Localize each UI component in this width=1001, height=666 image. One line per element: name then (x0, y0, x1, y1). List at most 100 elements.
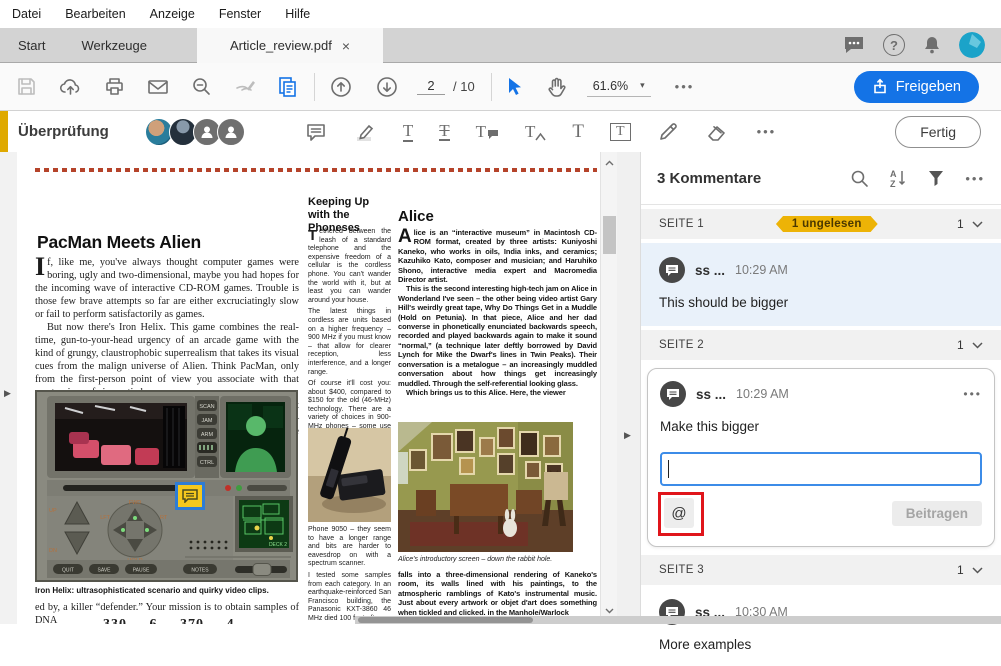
comments-panel: 3 Kommentare A Z ••• SEITE 1 1 ungelesen… (640, 152, 1001, 624)
section-count: 1 (957, 563, 964, 577)
tab-close-icon[interactable]: × (342, 39, 350, 53)
page-rule-decoration (35, 168, 597, 172)
submit-reply-button[interactable]: Beitragen (892, 501, 982, 526)
add-text-tool-icon[interactable]: T (572, 122, 584, 141)
article-heading-pacman: PacMan Meets Alien (37, 232, 201, 253)
menu-item-file[interactable]: Datei (0, 7, 53, 21)
highlight-tool-icon[interactable] (353, 121, 377, 143)
svg-text:LFT: LFT (100, 515, 110, 521)
previous-page-icon[interactable] (329, 75, 353, 99)
tab-start[interactable]: Start (0, 28, 63, 62)
menu-item-help[interactable]: Hilfe (273, 7, 322, 21)
chevron-down-icon[interactable] (972, 342, 983, 349)
cloud-upload-icon[interactable] (59, 76, 82, 97)
svg-text:RT: RT (160, 515, 168, 521)
email-icon[interactable] (147, 78, 169, 96)
tab-document-title: Article_review.pdf (230, 38, 332, 53)
next-page-icon[interactable] (375, 75, 399, 99)
section-label: SEITE 1 (659, 218, 704, 230)
select-tool-icon[interactable] (504, 76, 524, 98)
comment-annotation-icon[interactable] (175, 482, 205, 510)
svg-text:A: A (890, 169, 897, 179)
svg-text:ARM: ARM (201, 432, 214, 438)
svg-text:DN: DN (49, 548, 57, 554)
feedback-bubble-icon[interactable] (843, 35, 865, 55)
comment-time: 10:29 AM (735, 263, 788, 277)
phone-caption-and-text: Phone 9050 – they seem to have a longer … (308, 526, 391, 624)
zoom-level-value: 61.6% (593, 79, 628, 93)
comment-type-icon (659, 257, 685, 283)
strikethrough-text-tool-icon[interactable]: T (439, 122, 449, 141)
draw-tool-icon[interactable] (657, 121, 679, 143)
chevron-down-icon: ▾ (640, 80, 645, 91)
toolbar-divider (314, 73, 315, 101)
panel-splitter[interactable]: ▶ (617, 152, 640, 624)
toolbar-more-icon[interactable]: ••• (675, 79, 695, 94)
help-icon[interactable]: ? (883, 34, 905, 56)
tab-document[interactable]: Article_review.pdf × (197, 28, 383, 63)
reply-input[interactable] (660, 452, 982, 486)
article-heading-alice: Alice (398, 208, 434, 225)
comments-more-icon[interactable]: ••• (965, 171, 985, 186)
done-button[interactable]: Fertig (895, 116, 981, 148)
collapse-panel-icon[interactable]: ▶ (624, 430, 631, 441)
svg-text:CTRL: CTRL (200, 460, 214, 466)
filter-icon[interactable] (927, 169, 945, 187)
scroll-up-icon[interactable] (605, 160, 614, 166)
menu-item-edit[interactable]: Bearbeiten (53, 7, 137, 21)
svg-text:QUIT: QUIT (62, 568, 74, 574)
notifications-bell-icon[interactable] (923, 35, 941, 55)
zoom-level-control[interactable]: 61.6% ▾ (587, 77, 651, 97)
page-number-input[interactable]: 2 (417, 78, 445, 95)
scrollbar-thumb[interactable] (603, 216, 616, 254)
fill-sign-icon[interactable] (234, 76, 257, 97)
scroll-down-icon[interactable] (605, 608, 614, 614)
pdf-page[interactable]: PacMan Meets Alien If, like me, you've a… (17, 152, 600, 624)
chevron-down-icon[interactable] (972, 221, 983, 228)
horizontal-scrollbar[interactable] (355, 616, 1001, 624)
sticky-note-tool-icon[interactable] (305, 122, 327, 142)
page-thumbnails-icon[interactable] (277, 76, 298, 98)
reviewer-avatar[interactable] (217, 118, 245, 146)
comment-card-selected[interactable]: ss ... 10:29 AM ••• Make this bigger @ B… (647, 368, 995, 547)
scrollbar-thumb[interactable] (358, 617, 533, 623)
reviewer-avatars[interactable] (149, 118, 245, 146)
section-count: 1 (957, 338, 964, 352)
comment-card[interactable]: ss ... 10:29 AM This should be bigger (641, 243, 1001, 326)
phone-photo (308, 428, 391, 522)
review-more-icon[interactable]: ••• (757, 124, 777, 139)
section-header-page1[interactable]: SEITE 1 1 ungelesen 1 (641, 209, 1001, 239)
toolbar-divider (491, 73, 492, 101)
article-body-alice: Alice is an “interactive museum” in Maci… (398, 228, 597, 397)
print-icon[interactable] (104, 76, 125, 97)
insert-text-tool-icon[interactable]: T (525, 123, 546, 141)
document-scrollbar[interactable] (600, 152, 618, 624)
comments-header: 3 Kommentare A Z ••• (641, 152, 1001, 205)
user-avatar[interactable] (959, 32, 985, 58)
underline-text-tool-icon[interactable]: T (403, 122, 413, 142)
expand-left-panel-icon[interactable]: ▶ (4, 388, 11, 399)
chevron-down-icon[interactable] (972, 567, 983, 574)
text-box-tool-icon[interactable]: T (610, 123, 631, 141)
article-body-alice-continued: falls into a three-dimensional rendering… (398, 570, 597, 617)
menu-item-view[interactable]: Anzeige (138, 7, 207, 21)
left-nav-strip: ▶ (0, 152, 18, 624)
save-icon[interactable] (16, 76, 37, 97)
zoom-out-icon[interactable] (191, 76, 212, 97)
tab-bar: Start Werkzeuge Article_review.pdf × ? (0, 28, 1001, 63)
hand-tool-icon[interactable] (546, 76, 567, 98)
section-header-page2[interactable]: SEITE 2 1 (641, 330, 1001, 360)
review-toolbar: Überprüfung T T T T T T ••• Fertig (0, 111, 1001, 153)
comment-card[interactable]: ss ... 10:30 AM More examples (641, 585, 1001, 666)
comment-options-icon[interactable]: ••• (963, 387, 982, 401)
sort-icon[interactable]: A Z (889, 168, 907, 188)
share-button[interactable]: Freigeben (854, 71, 979, 103)
section-header-page3[interactable]: SEITE 3 1 (641, 555, 1001, 585)
svg-text:FWD: FWD (129, 500, 142, 506)
tab-tools[interactable]: Werkzeuge (63, 28, 165, 62)
replace-text-tool-icon[interactable]: T (476, 123, 499, 140)
menu-item-window[interactable]: Fenster (207, 7, 273, 21)
search-icon[interactable] (850, 169, 869, 188)
eraser-tool-icon[interactable] (705, 122, 729, 142)
comment-author: ss ... (696, 387, 726, 402)
